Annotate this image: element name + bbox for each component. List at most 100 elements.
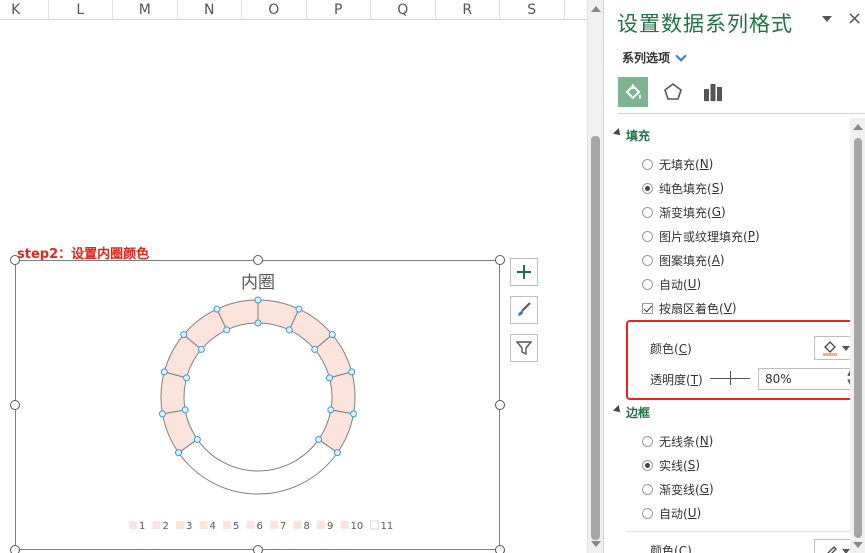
border-option-solid[interactable]: 实线(S) — [642, 456, 700, 474]
fill-color-picker[interactable] — [814, 336, 850, 360]
radio-button[interactable] — [642, 483, 653, 495]
chart-segment-11[interactable] — [177, 438, 339, 495]
fill-option-auto[interactable]: 自动(U) — [642, 275, 701, 293]
selection-point[interactable] — [180, 331, 188, 339]
selection-point[interactable] — [175, 449, 183, 457]
chart-elements-button[interactable] — [510, 258, 538, 286]
border-section-header[interactable]: 边框 — [626, 404, 650, 421]
collapse-triangle-icon[interactable] — [613, 405, 623, 415]
vary-colors-checkbox-row[interactable]: 按扇区着色(V) — [642, 299, 737, 317]
resize-handle-tc[interactable] — [253, 255, 263, 265]
legend-item-2[interactable]: 2 — [152, 521, 169, 532]
resize-handle-tl[interactable] — [10, 255, 20, 265]
resize-handle-br[interactable] — [495, 545, 505, 553]
legend-item-7[interactable]: 7 — [270, 521, 286, 532]
legend-item-10[interactable]: 10 — [340, 521, 364, 532]
column-header-k[interactable]: K — [0, 0, 49, 20]
radio-button[interactable] — [642, 254, 653, 266]
selection-point[interactable] — [350, 410, 358, 418]
sheet-vertical-scrollbar[interactable] — [587, 0, 603, 553]
scroll-down-arrow[interactable] — [853, 542, 863, 548]
checkbox-checked[interactable] — [642, 302, 653, 314]
legend-item-3[interactable]: 3 — [176, 521, 192, 532]
border-option-gradient[interactable]: 渐变线(G) — [642, 480, 714, 498]
tab-series-options[interactable] — [698, 77, 728, 107]
legend-item-11[interactable]: 11 — [370, 520, 394, 532]
selection-point[interactable] — [315, 435, 323, 443]
legend-item-9[interactable]: 9 — [317, 521, 333, 532]
legend-item-5[interactable]: 5 — [223, 521, 239, 532]
fill-option-none[interactable]: 无填充(N) — [642, 155, 713, 173]
fill-option-solid[interactable]: 纯色填充(S) — [642, 179, 724, 197]
column-header-s[interactable]: S — [500, 0, 565, 20]
selection-point[interactable] — [197, 345, 205, 353]
close-icon[interactable]: × — [847, 8, 862, 29]
radio-button[interactable] — [642, 507, 653, 519]
selection-point[interactable] — [333, 449, 341, 457]
column-header-p[interactable]: P — [307, 0, 371, 20]
selection-point[interactable] — [160, 368, 168, 376]
selection-point[interactable] — [254, 296, 262, 304]
chart-styles-button[interactable] — [510, 296, 538, 324]
radio-button[interactable] — [642, 435, 653, 447]
column-header-n[interactable]: N — [178, 0, 242, 20]
selection-point[interactable] — [193, 435, 201, 443]
legend-item-1[interactable]: 1 — [129, 521, 145, 532]
scroll-up-arrow[interactable] — [853, 124, 863, 130]
collapse-triangle-icon[interactable] — [613, 128, 623, 138]
fill-option-pattern[interactable]: 图案填充(A) — [642, 251, 725, 269]
series-options-menu[interactable]: 系列选项 — [622, 49, 670, 66]
column-header-m[interactable]: M — [113, 0, 178, 20]
fill-option-picture[interactable]: 图片或纹理填充(P) — [642, 227, 760, 245]
selection-point[interactable] — [285, 326, 293, 334]
selection-point[interactable] — [328, 331, 336, 339]
tab-effects[interactable] — [658, 77, 688, 107]
resize-handle-mr[interactable] — [495, 400, 505, 410]
radio-button[interactable] — [642, 158, 653, 170]
chart-title[interactable]: 内圈 — [241, 273, 275, 293]
fill-section-header[interactable]: 填充 — [626, 127, 650, 144]
tab-fill-line[interactable] — [618, 77, 648, 107]
selection-point[interactable] — [348, 368, 356, 376]
column-header-l[interactable]: L — [49, 0, 113, 20]
column-header-o[interactable]: O — [242, 0, 307, 20]
chart-filters-button[interactable] — [510, 334, 538, 362]
selection-point[interactable] — [183, 374, 191, 382]
transparency-input[interactable]: 80% — [758, 368, 850, 390]
border-option-auto[interactable]: 自动(U) — [642, 504, 701, 522]
spreadsheet-grid[interactable]: KLMNOPQRS step2：设置内圈颜色 内圈 1 2 3 4 5 6 7 8 9 10 11 — [0, 0, 587, 553]
resize-handle-bc[interactable] — [253, 545, 263, 553]
selection-point[interactable] — [158, 410, 166, 418]
radio-button-selected[interactable] — [642, 459, 653, 471]
selection-point[interactable] — [327, 406, 335, 414]
scroll-thumb[interactable] — [591, 136, 600, 540]
selection-point[interactable] — [223, 326, 231, 334]
radio-button[interactable] — [642, 230, 653, 242]
selection-point[interactable] — [254, 319, 262, 327]
selection-point[interactable] — [311, 345, 319, 353]
selection-point[interactable] — [325, 374, 333, 382]
column-header-r[interactable]: R — [436, 0, 500, 20]
doughnut-chart[interactable]: 内圈 1 2 3 4 5 6 7 8 9 10 11 — [15, 260, 505, 553]
resize-handle-tr[interactable] — [495, 255, 505, 265]
legend-item-4[interactable]: 4 — [199, 521, 216, 532]
scroll-down-arrow[interactable] — [591, 541, 601, 547]
transparency-slider-thumb[interactable] — [730, 371, 731, 385]
border-option-none[interactable]: 无线条(N) — [642, 432, 713, 450]
selection-point[interactable] — [213, 305, 221, 313]
legend-item-6[interactable]: 6 — [246, 521, 263, 532]
resize-handle-bl[interactable] — [10, 545, 20, 553]
pane-vertical-scrollbar[interactable] — [850, 118, 865, 553]
selection-point[interactable] — [295, 305, 303, 313]
radio-button[interactable] — [642, 278, 653, 290]
resize-handle-ml[interactable] — [10, 400, 20, 410]
scroll-up-arrow[interactable] — [591, 6, 601, 12]
border-color-picker[interactable] — [814, 539, 850, 553]
radio-button[interactable] — [642, 206, 653, 218]
column-header-q[interactable]: Q — [371, 0, 436, 20]
radio-button-selected[interactable] — [642, 182, 653, 194]
selection-point[interactable] — [181, 406, 189, 414]
chevron-down-icon[interactable] — [675, 50, 687, 62]
fill-option-gradient[interactable]: 渐变填充(G) — [642, 203, 726, 221]
legend-item-8[interactable]: 8 — [293, 521, 310, 532]
